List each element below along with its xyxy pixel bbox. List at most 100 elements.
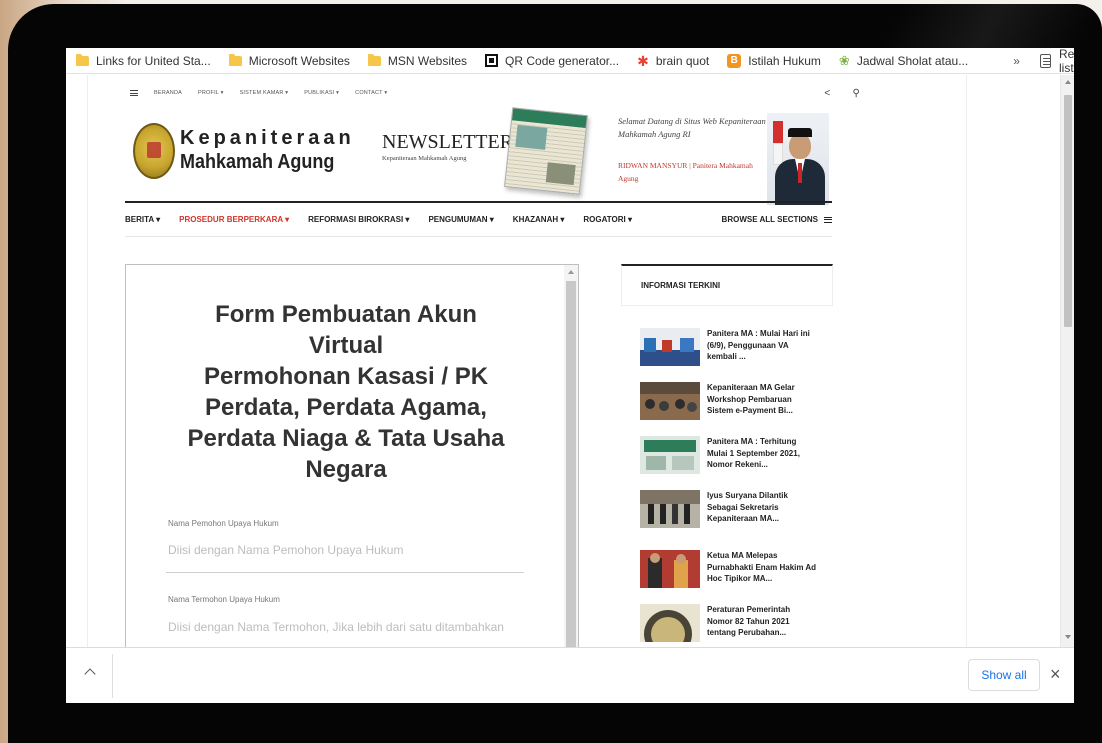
bookmark-label: QR Code generator...: [505, 53, 620, 68]
reading-list-button[interactable]: Reading list: [1039, 48, 1074, 75]
bookmark-links-united-states[interactable]: Links for United Sta...: [66, 48, 220, 74]
download-bar-divider: [112, 654, 113, 698]
bookmark-qr-code-generator[interactable]: QR Code generator...: [476, 48, 628, 74]
bookmark-label: Links for United Sta...: [96, 53, 211, 68]
search-icon[interactable]: ⚲: [852, 88, 860, 99]
form-title-line: Form Pembuatan Akun: [215, 301, 477, 328]
news-thumbnail[interactable]: [640, 490, 700, 528]
leaf-icon: ❀: [838, 52, 850, 68]
newsletter-cover-image[interactable]: [504, 107, 588, 195]
nav-pengumuman[interactable]: PENGUMUMAN ▾: [428, 215, 493, 224]
news-thumbnail[interactable]: [640, 550, 700, 588]
news-item[interactable]: Kepaniteraan MA Gelar Workshop Pembaruan…: [640, 382, 830, 428]
browse-all-sections-button[interactable]: BROWSE ALL SECTIONS: [722, 215, 832, 224]
folder-icon: [367, 53, 381, 66]
form-title-line: Permohonan Kasasi / PK: [203, 363, 489, 390]
page-scrollbar[interactable]: [1060, 75, 1074, 647]
reading-list-label: Reading list: [1059, 48, 1074, 75]
scroll-up-icon[interactable]: [1065, 80, 1071, 84]
mahkamah-agung-emblem[interactable]: [133, 123, 175, 179]
bookmark-label: Jadwal Sholat atau...: [856, 53, 969, 68]
bookmark-label: Microsoft Websites: [248, 53, 350, 68]
chevron-up-icon[interactable]: [84, 668, 96, 680]
pemohon-label: Nama Pemohon Upaya Hukum: [168, 519, 279, 528]
folder-icon: [228, 53, 242, 66]
main-navigation: BERITA ▾ PROSEDUR BERPERKARA ▾ REFORMASI…: [125, 201, 832, 237]
browser-screen: Links for United Sta... Microsoft Websit…: [66, 48, 1074, 703]
download-bar: Show all ×: [66, 647, 1074, 703]
pemohon-input[interactable]: Diisi dengan Nama Pemohon Upaya Hukum: [168, 543, 524, 557]
sidebar-heading: INFORMASI TERKINI: [621, 264, 833, 306]
panitera-portrait: [767, 113, 829, 205]
bookmark-label: MSN Websites: [387, 53, 468, 68]
reading-list-icon: [1039, 53, 1052, 68]
news-title[interactable]: Peraturan Pemerintah Nomor 82 Tahun 2021…: [707, 604, 817, 639]
topnav-beranda[interactable]: BERANDA: [154, 90, 182, 96]
bookmarks-overflow-button[interactable]: »: [1013, 54, 1020, 68]
qr-icon: [485, 54, 499, 67]
nav-khazanah[interactable]: KHAZANAH ▾: [513, 215, 565, 224]
bookmark-istilah-hukum[interactable]: B Istilah Hukum: [718, 48, 830, 74]
termohon-input[interactable]: Diisi dengan Nama Termohon, Jika lebih d…: [168, 620, 524, 634]
topnav-publikasi[interactable]: PUBLIKASI ▾: [304, 90, 339, 96]
news-title[interactable]: Iyus Suryana Dilantik Sebagai Sekretaris…: [707, 490, 817, 525]
embedded-form-frame[interactable]: Form Pembuatan Akun Virtual Permohonan K…: [125, 264, 579, 647]
news-thumbnail[interactable]: [640, 382, 700, 420]
form-title-line: Virtual: [308, 332, 384, 359]
blogger-icon: B: [727, 53, 742, 68]
bookmark-jadwal-sholat[interactable]: ❀ Jadwal Sholat atau...: [830, 48, 977, 74]
scroll-down-icon[interactable]: [1065, 635, 1071, 639]
page-scrollbar-thumb[interactable]: [1064, 95, 1072, 327]
topnav-tools: < ⚲: [824, 88, 860, 99]
nav-rogatori[interactable]: ROGATORI ▾: [583, 215, 632, 224]
topnav-contact[interactable]: CONTACT ▾: [355, 90, 387, 96]
menu-icon[interactable]: [130, 90, 138, 96]
form-scrollbar-thumb[interactable]: [566, 281, 576, 647]
news-item[interactable]: Peraturan Pemerintah Nomor 82 Tahun 2021…: [640, 604, 830, 647]
news-title[interactable]: Panitera MA : Mulai Hari ini (6/9), Peng…: [707, 328, 817, 363]
show-all-button[interactable]: Show all: [968, 659, 1040, 691]
flag-red-stripe: [773, 121, 783, 143]
welcome-text: Selamat Datang di Situs Web Kepaniteraan…: [618, 116, 766, 139]
bookmark-msn-websites[interactable]: MSN Websites: [359, 48, 476, 74]
folder-icon: [76, 53, 89, 66]
newsletter-title[interactable]: NEWSLETTER: [382, 131, 513, 154]
topnav-profil[interactable]: PROFIL ▾: [198, 90, 224, 96]
bookmarks-bar: Links for United Sta... Microsoft Websit…: [66, 48, 1074, 75]
news-title[interactable]: Ketua MA Melepas Purnabhakti Enam Hakim …: [707, 550, 817, 585]
panitera-name: RIDWAN MANSYUR | Panitera Mahkamah Agung: [618, 161, 753, 183]
topnav-sistem-kamar[interactable]: SISTEM KAMAR ▾: [240, 90, 289, 96]
site-logo-line1[interactable]: Kepaniteraan: [180, 127, 355, 150]
web-page: BERANDA PROFIL ▾ SISTEM KAMAR ▾ PUBLIKAS…: [66, 75, 1060, 647]
form-title-line: Negara: [305, 456, 387, 483]
portrait-cap: [788, 128, 812, 137]
news-title[interactable]: Kepaniteraan MA Gelar Workshop Pembaruan…: [707, 382, 817, 417]
form-scrollbar[interactable]: [564, 265, 578, 647]
bookmark-label: brain quot: [655, 53, 710, 68]
news-item[interactable]: Iyus Suryana Dilantik Sebagai Sekretaris…: [640, 490, 830, 536]
portrait-tie: [798, 163, 802, 183]
share-icon[interactable]: <: [824, 88, 830, 99]
news-thumbnail[interactable]: [640, 604, 700, 642]
termohon-label: Nama Termohon Upaya Hukum: [168, 595, 280, 604]
nav-berita[interactable]: BERITA ▾: [125, 215, 160, 224]
news-thumbnail[interactable]: [640, 328, 700, 366]
close-icon[interactable]: ×: [1050, 664, 1061, 684]
news-thumbnail[interactable]: [640, 436, 700, 474]
nav-prosedur-berperkara[interactable]: PROSEDUR BERPERKARA ▾: [179, 215, 289, 224]
newsletter-subtitle: Kepaniteraan Mahkamah Agung: [382, 155, 467, 162]
browse-all-sections-label: BROWSE ALL SECTIONS: [721, 215, 818, 224]
top-navigation: BERANDA PROFIL ▾ SISTEM KAMAR ▾ PUBLIKAS…: [130, 82, 860, 104]
news-item[interactable]: Panitera MA : Mulai Hari ini (6/9), Peng…: [640, 328, 830, 374]
bookmark-brain-quot[interactable]: ✱ brain quot: [628, 48, 718, 74]
pemohon-input-underline: [166, 572, 524, 573]
scroll-up-icon[interactable]: [568, 270, 574, 274]
form-title: Form Pembuatan Akun Virtual Permohonan K…: [146, 299, 546, 485]
news-item[interactable]: Panitera MA : Terhitung Mulai 1 Septembe…: [640, 436, 830, 482]
news-title[interactable]: Panitera MA : Terhitung Mulai 1 Septembe…: [707, 436, 817, 471]
form-title-line: Perdata, Perdata Agama,: [205, 394, 487, 421]
nav-reformasi-birokrasi[interactable]: REFORMASI BIROKRASI ▾: [308, 215, 409, 224]
bookmark-microsoft-websites[interactable]: Microsoft Websites: [220, 48, 359, 74]
news-item[interactable]: Ketua MA Melepas Purnabhakti Enam Hakim …: [640, 550, 830, 596]
site-logo-line2[interactable]: Mahkamah Agung: [180, 151, 334, 174]
